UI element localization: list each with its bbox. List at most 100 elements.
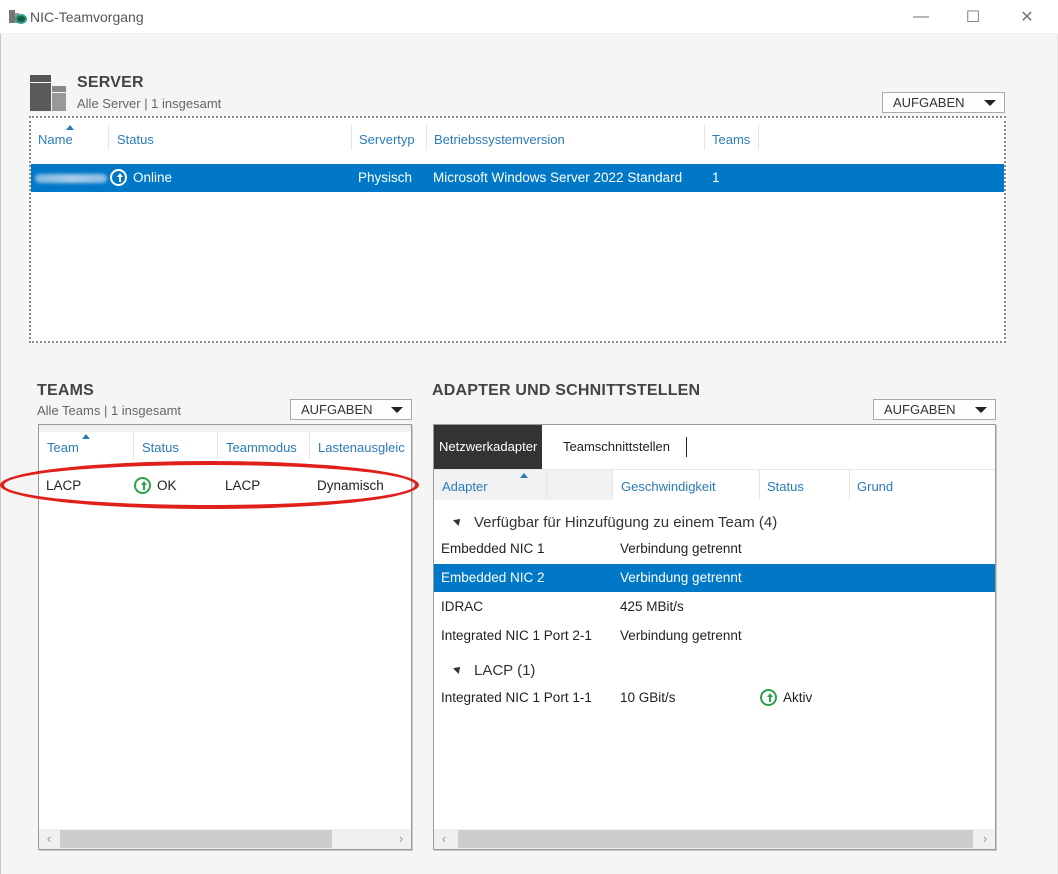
scroll-left-icon[interactable]: ‹: [434, 829, 454, 849]
adapter-row[interactable]: Embedded NIC 1 Verbindung getrennt: [434, 535, 995, 563]
text-cursor: [686, 437, 687, 457]
column-divider[interactable]: [758, 124, 759, 150]
teams-tasks-button[interactable]: AUFGABEN: [290, 399, 412, 420]
column-divider[interactable]: [351, 124, 352, 150]
column-header-speed[interactable]: Geschwindigkeit: [621, 479, 716, 494]
adapter-name: Embedded NIC 1: [441, 541, 545, 556]
adapter-row[interactable]: IDRAC 425 MBit/s: [434, 593, 995, 621]
teams-section-subtitle: Alle Teams | 1 insgesamt: [37, 403, 182, 418]
server-section-title: SERVER: [77, 74, 144, 91]
column-divider[interactable]: [612, 470, 613, 500]
teams-list[interactable]: Team Status Teammodus Lastenausgleic LAC…: [38, 424, 412, 850]
server-row[interactable]: Online Physisch Microsoft Windows Server…: [31, 164, 1004, 192]
server-type: Physisch: [358, 170, 413, 185]
adapters-list[interactable]: Netzwerkadapter Teamschnittstellen Adapt…: [433, 424, 996, 850]
group-header-lacp[interactable]: LACP (1): [453, 662, 535, 679]
arrow-up-circle-icon: [134, 476, 151, 494]
collapse-triangle-icon[interactable]: [453, 516, 463, 526]
adapters-tasks-button[interactable]: AUFGABEN: [873, 399, 996, 420]
column-header-os-version[interactable]: Betriebssystemversion: [434, 132, 565, 147]
column-header-load-balancing[interactable]: Lastenausgleic: [318, 440, 405, 455]
adapter-speed: 10 GBit/s: [620, 690, 676, 705]
adapter-status: Aktiv: [760, 684, 812, 712]
column-header-adapter[interactable]: Adapter: [442, 479, 488, 494]
column-header-reason[interactable]: Grund: [857, 479, 893, 494]
adapter-row[interactable]: Integrated NIC 1 Port 1-1 10 GBit/s Akti…: [434, 684, 995, 712]
server-name-obscured: [35, 164, 107, 192]
maximize-icon: ☐: [965, 9, 981, 26]
column-header-name[interactable]: Name: [38, 132, 73, 147]
nic-teaming-icon: [9, 10, 27, 24]
adapter-name: Integrated NIC 1 Port 2-1: [441, 628, 592, 643]
server-teams-count: 1: [712, 170, 720, 185]
column-divider[interactable]: [217, 432, 218, 460]
horizontal-scrollbar[interactable]: ‹ ›: [434, 829, 995, 849]
column-divider[interactable]: [426, 124, 427, 150]
server-list[interactable]: Name Status Servertyp Betriebssystemvers…: [29, 116, 1006, 343]
window-title: NIC-Teamvorgang: [30, 9, 144, 25]
team-mode: LACP: [225, 478, 261, 493]
arrow-up-circle-icon: [110, 168, 127, 186]
minimize-button[interactable]: —: [898, 4, 944, 30]
minimize-icon: —: [913, 8, 929, 25]
adapter-speed: Verbindung getrennt: [620, 570, 742, 585]
tasks-label: AUFGABEN: [893, 95, 965, 110]
tab-team-interfaces[interactable]: Teamschnittstellen: [559, 425, 674, 469]
column-header-servertype[interactable]: Servertyp: [359, 132, 415, 147]
adapter-column-headers: Adapter Geschwindigkeit Status Grund: [434, 469, 995, 500]
team-name: LACP: [46, 478, 82, 493]
teams-section-title: TEAMS: [37, 382, 94, 399]
column-divider[interactable]: [849, 470, 850, 500]
group-header-available[interactable]: Verfügbar für Hinzufügung zu einem Team …: [453, 514, 777, 531]
adapter-name: Integrated NIC 1 Port 1-1: [441, 690, 592, 705]
column-header-status[interactable]: Status: [117, 132, 154, 147]
team-row[interactable]: LACP OK LACP Dynamisch: [39, 472, 411, 500]
adapter-row[interactable]: Embedded NIC 2 Verbindung getrennt: [434, 564, 995, 592]
adapter-name: Embedded NIC 2: [441, 570, 545, 585]
scrollbar-thumb[interactable]: [458, 830, 973, 848]
sort-ascending-icon: [82, 434, 90, 439]
column-divider[interactable]: [546, 470, 547, 500]
column-header-teams[interactable]: Teams: [712, 132, 750, 147]
tasks-label: AUFGABEN: [301, 402, 373, 417]
chevron-down-icon: [975, 407, 987, 413]
server-icon: [30, 75, 66, 111]
column-divider[interactable]: [309, 432, 310, 460]
server-tasks-button[interactable]: AUFGABEN: [882, 92, 1005, 113]
scroll-right-icon[interactable]: ›: [975, 829, 995, 849]
column-divider[interactable]: [133, 432, 134, 460]
column-divider[interactable]: [108, 124, 109, 150]
server-os: Microsoft Windows Server 2022 Standard: [433, 170, 683, 185]
adapter-speed: Verbindung getrennt: [620, 541, 742, 556]
scroll-left-icon[interactable]: ‹: [39, 829, 59, 849]
tasks-label: AUFGABEN: [884, 402, 956, 417]
team-load-balancing: Dynamisch: [317, 478, 384, 493]
column-divider[interactable]: [704, 124, 705, 150]
horizontal-scrollbar[interactable]: ‹ ›: [39, 829, 411, 849]
scroll-right-icon[interactable]: ›: [391, 829, 411, 849]
sort-ascending-icon: [66, 125, 74, 130]
scrollbar-thumb[interactable]: [60, 830, 332, 848]
maximize-button[interactable]: ☐: [950, 4, 996, 30]
column-header-status[interactable]: Status: [142, 440, 179, 455]
adapters-section-title: ADAPTER UND SCHNITTSTELLEN: [432, 382, 701, 399]
column-header-team-mode[interactable]: Teammodus: [226, 440, 297, 455]
adapter-name: IDRAC: [441, 599, 484, 614]
sort-ascending-icon: [520, 473, 528, 478]
list-top-bar: [39, 425, 411, 432]
arrow-up-circle-icon: [760, 688, 777, 706]
tab-network-adapters[interactable]: Netzwerkadapter: [434, 425, 543, 469]
title-bar: NIC-Teamvorgang — ☐ ✕: [0, 0, 1058, 34]
adapter-row[interactable]: Integrated NIC 1 Port 2-1 Verbindung get…: [434, 622, 995, 650]
adapter-speed: 425 MBit/s: [620, 599, 684, 614]
adapter-tabs: Netzwerkadapter Teamschnittstellen: [434, 425, 995, 469]
close-icon: ✕: [1020, 9, 1034, 26]
collapse-triangle-icon[interactable]: [453, 664, 463, 674]
column-header-team[interactable]: Team: [47, 440, 79, 455]
column-divider[interactable]: [759, 470, 760, 500]
close-button[interactable]: ✕: [1004, 4, 1050, 30]
adapter-speed: Verbindung getrennt: [620, 628, 742, 643]
server-section-subtitle: Alle Server | 1 insgesamt: [77, 96, 222, 111]
column-header-status[interactable]: Status: [767, 479, 804, 494]
server-status: Online: [110, 164, 172, 192]
